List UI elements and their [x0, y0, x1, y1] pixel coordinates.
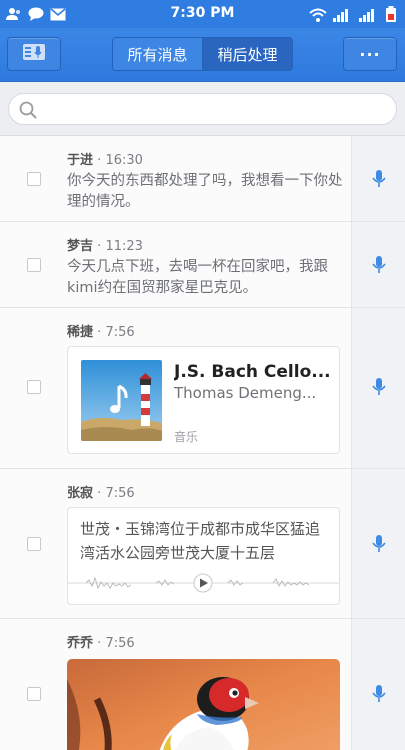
message-row[interactable]: 梦吉 · 11:23 今天几点下班，去喝一杯在回家吧，我跟kimi约在国贸那家星…: [0, 222, 405, 308]
select-checkbox[interactable]: [27, 258, 41, 272]
message-body: 稀捷 · 7:56 J.S. Bach Cello... Thomas Deme…: [0, 308, 351, 468]
mic-icon[interactable]: [372, 170, 386, 192]
search-icon: [19, 101, 37, 123]
message-body: 于进 · 16:30 你今天的东西都处理了吗，我想看一下你处理的情况。: [0, 136, 351, 221]
sender-name: 稀捷: [67, 325, 94, 340]
message-meta: 稀捷 · 7:56: [67, 321, 135, 340]
music-card[interactable]: J.S. Bach Cello... Thomas Demeng... 音乐: [67, 346, 340, 454]
meta-separator: ·: [97, 486, 102, 501]
more-button[interactable]: ···: [343, 37, 397, 71]
message-row[interactable]: 张寂 · 7:56 世茂・玉锦湾位于成都市成华区猛追湾活水公园旁世茂大厦十五层: [0, 469, 405, 619]
voice-reply-area: [351, 619, 405, 750]
voice-reply-area: [351, 308, 405, 468]
music-type-label: 音乐: [174, 430, 199, 444]
meta-separator: ·: [97, 636, 102, 651]
select-checkbox[interactable]: [27, 687, 41, 701]
status-bar: 7:30 PM: [0, 0, 405, 28]
message-meta: 张寂 · 7:56: [67, 482, 135, 501]
select-checkbox[interactable]: [27, 537, 41, 551]
wifi-icon: [309, 7, 327, 26]
message-body: 梦吉 · 11:23 今天几点下班，去喝一杯在回家吧，我跟kimi约在国贸那家星…: [0, 222, 351, 307]
sender-name: 乔乔: [67, 636, 94, 651]
tab-all-messages[interactable]: 所有消息: [113, 38, 202, 70]
signal-icon: [333, 7, 353, 26]
meta-separator: ·: [97, 239, 102, 254]
photo-card[interactable]: [67, 659, 340, 750]
message-time: 16:30: [105, 153, 143, 168]
more-icon: ···: [359, 44, 381, 64]
message-text: 你今天的东西都处理了吗，我想看一下你处理的情况。: [67, 173, 343, 210]
signal-icon-2: [359, 7, 379, 26]
voice-reply-area: [351, 136, 405, 221]
message-time: 11:23: [105, 239, 143, 254]
message-body: 张寂 · 7:56 世茂・玉锦湾位于成都市成华区猛追湾活水公园旁世茂大厦十五层: [0, 469, 351, 618]
location-card[interactable]: 世茂・玉锦湾位于成都市成华区猛追湾活水公园旁世茂大厦十五层: [67, 507, 340, 605]
message-body: 乔乔 · 7:56: [0, 619, 351, 750]
mic-icon[interactable]: [372, 685, 386, 707]
search-field[interactable]: [8, 93, 397, 125]
sender-name: 梦吉: [67, 239, 94, 254]
status-indicators: [309, 6, 397, 26]
message-row[interactable]: 乔乔 · 7:56: [0, 619, 405, 750]
voice-reply-area: [351, 222, 405, 307]
sender-name: 张寂: [67, 486, 94, 501]
meta-separator: ·: [97, 325, 102, 340]
message-time: 7:56: [105, 325, 135, 340]
bird-photo: [67, 659, 340, 750]
title-bar: 所有消息 稍后处理 ···: [0, 28, 405, 82]
voice-notes-button[interactable]: [7, 37, 61, 71]
message-row[interactable]: 稀捷 · 7:56 J.S. Bach Cello... Thomas Deme…: [0, 308, 405, 469]
meta-separator: ·: [97, 153, 102, 168]
location-text: 世茂・玉锦湾位于成都市成华区猛追湾活水公园旁世茂大厦十五层: [80, 520, 321, 562]
music-title: J.S. Bach Cello...: [174, 362, 331, 382]
message-row[interactable]: 于进 · 16:30 你今天的东西都处理了吗，我想看一下你处理的情况。: [0, 136, 405, 222]
message-meta: 乔乔 · 7:56: [67, 632, 135, 651]
voice-reply-area: [351, 469, 405, 618]
message-meta: 梦吉 · 11:23: [67, 235, 143, 254]
search-bar: [0, 82, 405, 136]
tab-later[interactable]: 稍后处理: [202, 38, 292, 70]
mic-icon[interactable]: [372, 535, 386, 557]
select-checkbox[interactable]: [27, 380, 41, 394]
voice-notes-icon: [22, 43, 46, 65]
sender-name: 于进: [67, 153, 94, 168]
message-meta: 于进 · 16:30: [67, 149, 143, 168]
search-input[interactable]: [45, 98, 385, 120]
music-cover-image: [81, 360, 162, 441]
message-time: 7:56: [105, 486, 135, 501]
mic-icon[interactable]: [372, 378, 386, 400]
audio-waveform[interactable]: [68, 572, 339, 594]
music-artist: Thomas Demeng...: [174, 384, 317, 402]
message-text: 今天几点下班，去喝一杯在回家吧，我跟kimi约在国贸那家星巴克见。: [67, 259, 328, 296]
message-list: 于进 · 16:30 你今天的东西都处理了吗，我想看一下你处理的情况。 梦吉 ·…: [0, 136, 405, 750]
message-filter-tabs: 所有消息 稍后处理: [112, 37, 293, 71]
mic-icon[interactable]: [372, 256, 386, 278]
select-checkbox[interactable]: [27, 172, 41, 186]
battery-icon: [385, 6, 397, 26]
message-time: 7:56: [105, 636, 135, 651]
